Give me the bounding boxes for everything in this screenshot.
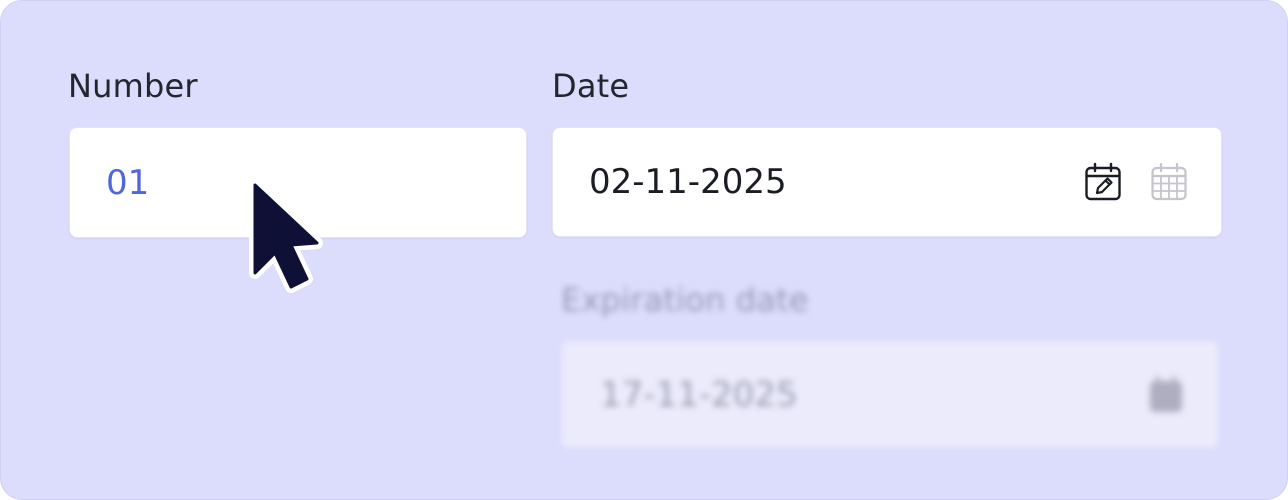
form-card: Number 01 Date 02-11-2025 Expiration dat… — [0, 0, 1288, 500]
mouse-pointer-icon — [249, 181, 323, 293]
expiration-calendar-icon — [1146, 373, 1186, 417]
expiration-calendar-icon-svg — [1150, 375, 1182, 412]
calendar-edit-icon-svg — [1085, 162, 1121, 201]
calendar-edit-icon[interactable] — [1083, 160, 1123, 204]
expiration-date-label: Expiration date — [561, 281, 809, 319]
calendar-grid-icon-svg — [1151, 162, 1187, 201]
number-label: Number — [68, 67, 198, 105]
number-value: 01 — [106, 162, 150, 203]
expiration-date-value: 17-11-2025 — [600, 375, 798, 415]
date-value: 02-11-2025 — [589, 162, 787, 202]
date-input[interactable]: 02-11-2025 — [552, 127, 1222, 237]
date-label: Date — [552, 67, 630, 105]
calendar-icon[interactable] — [1149, 160, 1189, 204]
expiration-date-input: 17-11-2025 — [561, 341, 1219, 449]
